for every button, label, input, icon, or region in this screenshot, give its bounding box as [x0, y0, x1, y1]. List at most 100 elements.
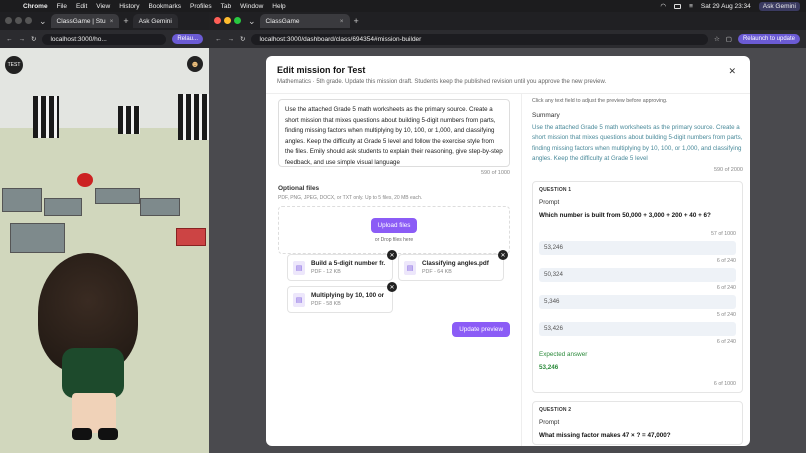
- left-address-bar: ← → ↻ localhost:3000/ho... Relau...: [0, 30, 209, 48]
- battery-icon[interactable]: [674, 3, 682, 9]
- menu-history[interactable]: History: [119, 3, 139, 10]
- close-tab-icon[interactable]: ×: [110, 18, 114, 25]
- forward-icon[interactable]: →: [19, 36, 26, 43]
- classroom-window: [178, 94, 209, 140]
- menu-window[interactable]: Window: [240, 3, 263, 10]
- summary-text[interactable]: Use the attached Grade 5 math worksheets…: [532, 123, 743, 164]
- remove-file-icon[interactable]: ✕: [387, 250, 397, 260]
- file-meta: PDF - 58 KB: [311, 301, 341, 307]
- extensions-icon[interactable]: ▢: [726, 35, 732, 43]
- ask-gemini-button[interactable]: Ask Gemini: [758, 1, 800, 11]
- option-char-counter: 5 of 240: [716, 312, 736, 319]
- option-char-counter: 6 of 240: [716, 339, 736, 346]
- menu-view[interactable]: View: [96, 3, 110, 10]
- update-preview-button[interactable]: Update preview: [452, 322, 510, 337]
- file-name: Classifying angles.pdf: [422, 260, 489, 267]
- control-center-icon[interactable]: ≡: [689, 3, 693, 10]
- optional-files-hint: PDF, PNG, JPEG, DOCX, or TXT only. Up to…: [278, 195, 423, 201]
- answer-option[interactable]: 5,346: [539, 295, 736, 310]
- mission-editor-column: Use the attached Grade 5 math worksheets…: [278, 94, 510, 446]
- classroom-window: [33, 96, 59, 138]
- menu-help[interactable]: Help: [272, 3, 285, 10]
- back-icon[interactable]: ←: [215, 36, 222, 43]
- document-icon: ▤: [293, 292, 305, 307]
- reload-icon[interactable]: ↻: [240, 35, 245, 43]
- edit-mission-modal: Edit mission for Test Mathematics · 5th …: [266, 56, 750, 446]
- menu-bookmarks[interactable]: Bookmarks: [148, 3, 181, 10]
- menu-edit[interactable]: Edit: [76, 3, 87, 10]
- desk: [140, 198, 180, 216]
- upload-files-button[interactable]: Upload files: [370, 217, 418, 233]
- tab-search-icon[interactable]: ⌄: [39, 16, 47, 27]
- game-viewport[interactable]: TEST ☻: [0, 48, 209, 453]
- document-icon: ▤: [293, 260, 305, 275]
- question-card: QUESTION 2 Prompt What missing factor ma…: [532, 401, 743, 446]
- summary-label: Summary: [532, 112, 560, 119]
- close-window-icon[interactable]: [214, 16, 221, 24]
- window-controls: [5, 16, 35, 26]
- remove-file-icon[interactable]: ✕: [498, 250, 508, 260]
- character-body: [62, 348, 124, 398]
- question-label: QUESTION 2: [539, 407, 572, 414]
- avatar[interactable]: ☻: [187, 56, 203, 72]
- menu-app-name[interactable]: Chrome: [23, 3, 48, 10]
- classroom-window: [118, 106, 140, 134]
- expected-char-counter: 6 of 1000: [713, 381, 736, 388]
- answer-option[interactable]: 53,246: [539, 241, 736, 256]
- desk: [95, 188, 140, 204]
- prompt-label: Prompt: [539, 419, 560, 427]
- preview-hint: Click any text field to adjust the previ…: [532, 98, 668, 104]
- tab-search-icon[interactable]: ⌄: [248, 16, 256, 27]
- menu-file[interactable]: File: [57, 3, 67, 10]
- question-card: QUESTION 1 Prompt Which number is built …: [532, 181, 743, 394]
- desk: [10, 223, 65, 253]
- file-card: ▤ Classifying angles.pdf PDF - 64 KB ✕: [398, 250, 508, 281]
- tab-ask-gemini[interactable]: Ask Gemini: [132, 14, 178, 28]
- answer-option[interactable]: 53,426: [539, 322, 736, 337]
- close-icon[interactable]: ✕: [728, 66, 736, 77]
- relaunch-button[interactable]: Relaunch to update: [737, 34, 800, 44]
- zoom-window-icon[interactable]: [234, 16, 241, 24]
- menu-tab[interactable]: Tab: [221, 3, 231, 10]
- url-input[interactable]: localhost:3000/dashboard/class/694354#mi…: [251, 33, 708, 45]
- tab-classgame-student[interactable]: ClassGame | Stu ×: [50, 14, 120, 28]
- question-char-counter: 57 of 1000: [710, 231, 736, 238]
- close-tab-icon[interactable]: ×: [340, 18, 344, 25]
- modal-subtitle: Mathematics · 5th grade. Update this mis…: [277, 79, 607, 85]
- clock[interactable]: Sat 29 Aug 23:34: [701, 3, 751, 10]
- file-meta: PDF - 12 KB: [311, 269, 341, 275]
- minimize-window-icon[interactable]: [15, 16, 22, 24]
- bookmark-star-icon[interactable]: ☆: [714, 35, 720, 43]
- relaunch-button[interactable]: Relau...: [172, 34, 203, 44]
- answer-option[interactable]: 50,324: [539, 268, 736, 283]
- forward-icon[interactable]: →: [228, 36, 235, 43]
- wifi-icon[interactable]: ◠: [660, 2, 666, 10]
- right-address-bar: ← → ↻ localhost:3000/dashboard/class/694…: [209, 30, 806, 48]
- url-input[interactable]: localhost:3000/ho...: [42, 33, 167, 45]
- desk: [44, 198, 82, 216]
- new-tab-icon[interactable]: +: [354, 16, 359, 26]
- file-card: ▤ Multiplying by 10, 100 or ... PDF - 58…: [287, 282, 397, 313]
- option-char-counter: 6 of 240: [716, 285, 736, 292]
- minimize-window-icon[interactable]: [224, 16, 231, 24]
- remove-file-icon[interactable]: ✕: [387, 282, 397, 292]
- file-dropzone[interactable]: Upload files or Drop files here: [278, 206, 510, 254]
- tab-classgame[interactable]: ClassGame ×: [259, 14, 350, 28]
- expected-answer-value[interactable]: 53,246: [539, 364, 736, 371]
- document-icon: ▤: [404, 260, 416, 275]
- menu-profiles[interactable]: Profiles: [190, 3, 212, 10]
- back-icon[interactable]: ←: [6, 36, 13, 43]
- zoom-window-icon[interactable]: [25, 16, 32, 24]
- optional-files-label: Optional files: [278, 185, 320, 192]
- red-desk: [176, 228, 206, 246]
- new-tab-icon[interactable]: +: [123, 16, 128, 26]
- reload-icon[interactable]: ↻: [31, 35, 36, 43]
- test-badge[interactable]: TEST: [5, 56, 23, 74]
- question-text[interactable]: What missing factor makes 47 × ? = 47,00…: [539, 432, 736, 439]
- prompt-label: Prompt: [539, 199, 560, 207]
- tab-title: Ask Gemini: [138, 17, 172, 25]
- character-shoe: [72, 428, 92, 440]
- close-window-icon[interactable]: [5, 16, 12, 24]
- question-text[interactable]: Which number is built from 50,000 + 3,00…: [539, 212, 736, 219]
- mission-prompt-textarea[interactable]: Use the attached Grade 5 math worksheets…: [278, 99, 510, 167]
